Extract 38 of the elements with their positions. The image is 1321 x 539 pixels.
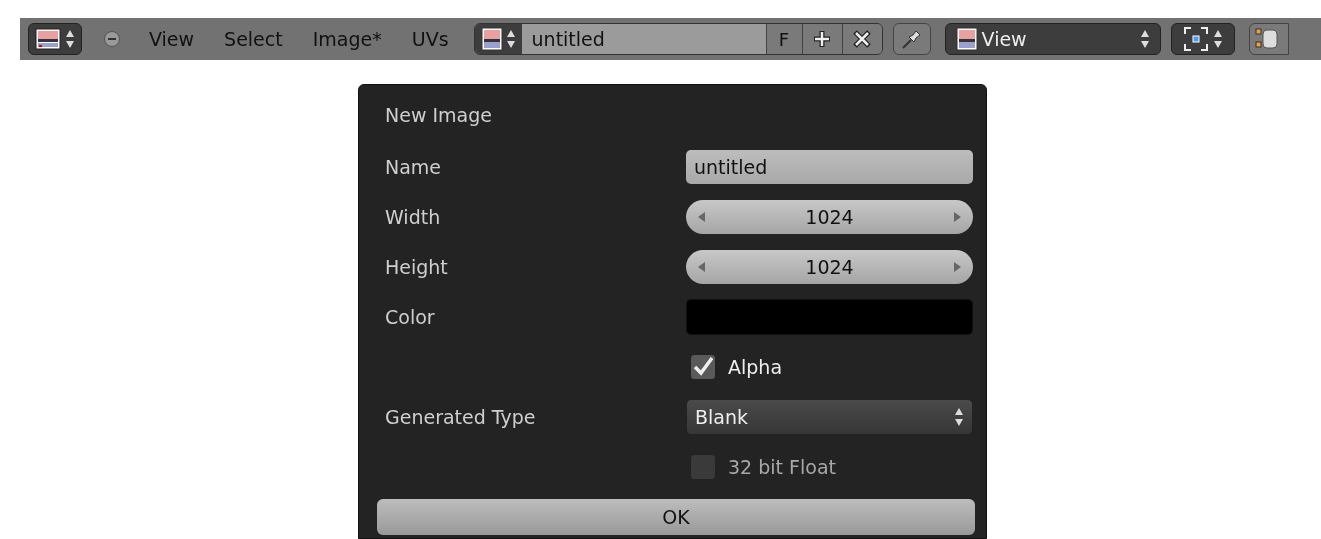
checkbox-label: Alpha	[728, 354, 783, 380]
pivot-icon	[1182, 26, 1209, 52]
field-label: Color	[385, 304, 435, 330]
up-down-arrows-icon	[1139, 28, 1150, 50]
increment-arrow-icon[interactable]	[954, 212, 961, 222]
sync-select-button[interactable]	[1248, 23, 1289, 55]
collapse-icon[interactable]	[104, 31, 120, 47]
number-field[interactable]: 1024	[686, 250, 973, 284]
image-editor-icon	[35, 28, 61, 50]
view-mode-dropdown[interactable]: View	[944, 23, 1161, 55]
decrement-arrow-icon[interactable]	[698, 262, 705, 272]
field-label: Name	[385, 154, 442, 180]
up-down-arrows-icon	[954, 406, 964, 428]
color-swatch[interactable]	[686, 299, 973, 335]
field-label: Generated Type	[385, 404, 536, 430]
field-label: Height	[385, 254, 448, 280]
menu-item[interactable]: UVs	[396, 24, 464, 54]
field-label: Width	[385, 204, 441, 230]
editor-type-button[interactable]	[28, 23, 82, 55]
decrement-arrow-icon[interactable]	[698, 212, 705, 222]
checkbox[interactable]	[690, 354, 716, 380]
dialog-title: New Image	[385, 103, 493, 128]
pivot-dropdown[interactable]	[1170, 23, 1235, 55]
up-down-arrows-icon	[65, 28, 75, 50]
menu-item[interactable]: Select	[209, 24, 298, 54]
checkbox-label: 32 bit Float	[728, 454, 836, 480]
menu-item[interactable]: Image*	[297, 24, 397, 54]
ok-button[interactable]: OK	[377, 499, 975, 535]
image-icon	[955, 27, 978, 51]
number-field[interactable]: 1024	[686, 200, 973, 234]
menu-item[interactable]: View	[134, 24, 210, 54]
generated-type-dropdown[interactable]: Blank	[686, 399, 973, 435]
checkbox[interactable]	[690, 454, 716, 480]
pin-button[interactable]	[892, 23, 931, 55]
check-icon	[692, 356, 714, 378]
up-down-arrows-icon	[1212, 28, 1223, 50]
increment-arrow-icon[interactable]	[954, 262, 961, 272]
name-field[interactable]: untitled	[686, 150, 973, 184]
